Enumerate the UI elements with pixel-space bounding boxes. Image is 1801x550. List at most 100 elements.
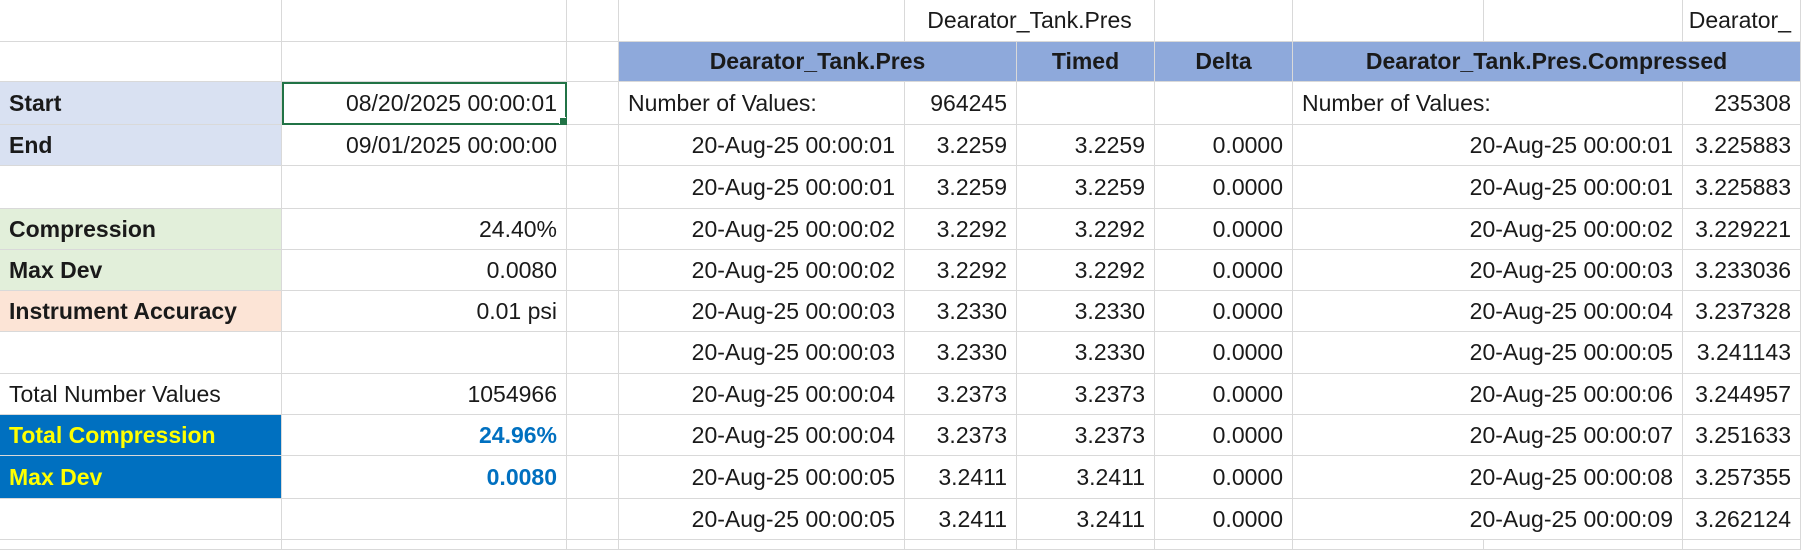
- total-compression-label[interactable]: Total Compression: [0, 415, 282, 456]
- row-delta[interactable]: 0.0000: [1155, 332, 1293, 374]
- row-timed[interactable]: 3.2292: [1017, 209, 1155, 250]
- row-value[interactable]: 3.2259: [905, 166, 1017, 209]
- compression-label[interactable]: Compression: [0, 209, 282, 250]
- cell-h14[interactable]: [1293, 540, 1484, 550]
- row-value[interactable]: 3.2373: [905, 374, 1017, 415]
- cell-f3[interactable]: [1017, 82, 1155, 125]
- row-timed[interactable]: 3.2411: [1017, 456, 1155, 499]
- header-tag[interactable]: Dearator_Tank.Pres: [619, 42, 1017, 82]
- row-value[interactable]: 3.2373: [905, 415, 1017, 456]
- start-value-cell[interactable]: 08/20/2025 00:00:01: [282, 82, 567, 125]
- row-compressed-timestamp[interactable]: 20-Aug-25 00:00:02: [1293, 209, 1683, 250]
- row-compressed-timestamp[interactable]: 20-Aug-25 00:00:07: [1293, 415, 1683, 456]
- cell-c9[interactable]: [567, 332, 619, 374]
- cell-b1[interactable]: [282, 0, 567, 42]
- row-timed[interactable]: 3.2373: [1017, 415, 1155, 456]
- row-compressed-timestamp[interactable]: 20-Aug-25 00:00:06: [1293, 374, 1683, 415]
- row-compressed-value[interactable]: 3.233036: [1683, 250, 1801, 291]
- row-value[interactable]: 3.2330: [905, 332, 1017, 374]
- cell-c7[interactable]: [567, 250, 619, 291]
- cell-j14[interactable]: [1683, 540, 1801, 550]
- cell-c6[interactable]: [567, 209, 619, 250]
- row-compressed-value[interactable]: 3.241143: [1683, 332, 1801, 374]
- cell-a14[interactable]: [0, 540, 282, 550]
- row-value[interactable]: 3.2292: [905, 250, 1017, 291]
- row-timed[interactable]: 3.2259: [1017, 125, 1155, 166]
- row-timestamp[interactable]: 20-Aug-25 00:00:04: [619, 374, 905, 415]
- row-compressed-value[interactable]: 3.229221: [1683, 209, 1801, 250]
- row-value[interactable]: 3.2292: [905, 209, 1017, 250]
- row-timed[interactable]: 3.2292: [1017, 250, 1155, 291]
- cell-d14[interactable]: [619, 540, 905, 550]
- row-compressed-timestamp[interactable]: 20-Aug-25 00:00:01: [1293, 166, 1683, 209]
- row-delta[interactable]: 0.0000: [1155, 415, 1293, 456]
- cell-c10[interactable]: [567, 374, 619, 415]
- compression-value-cell[interactable]: 24.40%: [282, 209, 567, 250]
- row-timestamp[interactable]: 20-Aug-25 00:00:03: [619, 332, 905, 374]
- row-timed[interactable]: 3.2411: [1017, 499, 1155, 540]
- row-delta[interactable]: 0.0000: [1155, 125, 1293, 166]
- row-compressed-value[interactable]: 3.225883: [1683, 125, 1801, 166]
- row-value[interactable]: 3.2330: [905, 291, 1017, 332]
- row-timed[interactable]: 3.2373: [1017, 374, 1155, 415]
- header-delta[interactable]: Delta: [1155, 42, 1293, 82]
- cell-c4[interactable]: [567, 125, 619, 166]
- series-title-cell[interactable]: Dearator_Tank.Pres: [905, 0, 1155, 42]
- cell-a1[interactable]: [0, 0, 282, 42]
- row-timestamp[interactable]: 20-Aug-25 00:00:04: [619, 415, 905, 456]
- maxdev-value-cell[interactable]: 0.0080: [282, 250, 567, 291]
- cell-a9[interactable]: [0, 332, 282, 374]
- row-compressed-timestamp[interactable]: 20-Aug-25 00:00:01: [1293, 125, 1683, 166]
- row-delta[interactable]: 0.0000: [1155, 499, 1293, 540]
- cell-h1[interactable]: [1293, 0, 1484, 42]
- cell-a2[interactable]: [0, 42, 282, 82]
- cell-c12[interactable]: [567, 456, 619, 499]
- cell-c14[interactable]: [567, 540, 619, 550]
- row-timed[interactable]: 3.2259: [1017, 166, 1155, 209]
- accuracy-value-cell[interactable]: 0.01 psi: [282, 291, 567, 332]
- row-value[interactable]: 3.2411: [905, 499, 1017, 540]
- header-timed[interactable]: Timed: [1017, 42, 1155, 82]
- count-compressed-value[interactable]: 235308: [1683, 82, 1801, 125]
- total-values-label[interactable]: Total Number Values: [0, 374, 282, 415]
- cell-c11[interactable]: [567, 415, 619, 456]
- row-delta[interactable]: 0.0000: [1155, 374, 1293, 415]
- cell-i1[interactable]: [1484, 0, 1683, 42]
- cell-b2[interactable]: [282, 42, 567, 82]
- row-compressed-value[interactable]: 3.225883: [1683, 166, 1801, 209]
- row-compressed-timestamp[interactable]: 20-Aug-25 00:00:08: [1293, 456, 1683, 499]
- row-timestamp[interactable]: 20-Aug-25 00:00:02: [619, 250, 905, 291]
- cell-a5[interactable]: [0, 166, 282, 209]
- cell-c3[interactable]: [567, 82, 619, 125]
- total-maxdev-label[interactable]: Max Dev: [0, 456, 282, 499]
- cell-e14[interactable]: [905, 540, 1017, 550]
- count-raw-value[interactable]: 964245: [905, 82, 1017, 125]
- row-compressed-value[interactable]: 3.257355: [1683, 456, 1801, 499]
- row-timestamp[interactable]: 20-Aug-25 00:00:02: [619, 209, 905, 250]
- row-delta[interactable]: 0.0000: [1155, 456, 1293, 499]
- row-compressed-timestamp[interactable]: 20-Aug-25 00:00:09: [1293, 499, 1683, 540]
- count-label[interactable]: Number of Values:: [619, 82, 905, 125]
- row-delta[interactable]: 0.0000: [1155, 209, 1293, 250]
- row-delta[interactable]: 0.0000: [1155, 291, 1293, 332]
- maxdev-label[interactable]: Max Dev: [0, 250, 282, 291]
- compressed-series-title-cell[interactable]: Dearator_: [1683, 0, 1801, 42]
- row-compressed-value[interactable]: 3.262124: [1683, 499, 1801, 540]
- cell-b5[interactable]: [282, 166, 567, 209]
- total-maxdev-cell[interactable]: 0.0080: [282, 456, 567, 499]
- row-compressed-timestamp[interactable]: 20-Aug-25 00:00:03: [1293, 250, 1683, 291]
- end-label[interactable]: End: [0, 125, 282, 166]
- cell-b13[interactable]: [282, 499, 567, 540]
- row-value[interactable]: 3.2411: [905, 456, 1017, 499]
- row-compressed-timestamp[interactable]: 20-Aug-25 00:00:04: [1293, 291, 1683, 332]
- row-value[interactable]: 3.2259: [905, 125, 1017, 166]
- count-compressed-label[interactable]: Number of Values:: [1293, 82, 1683, 125]
- cell-c13[interactable]: [567, 499, 619, 540]
- accuracy-label[interactable]: Instrument Accuracy: [0, 291, 282, 332]
- cell-b14[interactable]: [282, 540, 567, 550]
- row-timestamp[interactable]: 20-Aug-25 00:00:01: [619, 125, 905, 166]
- row-timed[interactable]: 3.2330: [1017, 291, 1155, 332]
- header-compressed[interactable]: Dearator_Tank.Pres.Compressed: [1293, 42, 1801, 82]
- row-delta[interactable]: 0.0000: [1155, 250, 1293, 291]
- cell-i14[interactable]: [1484, 540, 1683, 550]
